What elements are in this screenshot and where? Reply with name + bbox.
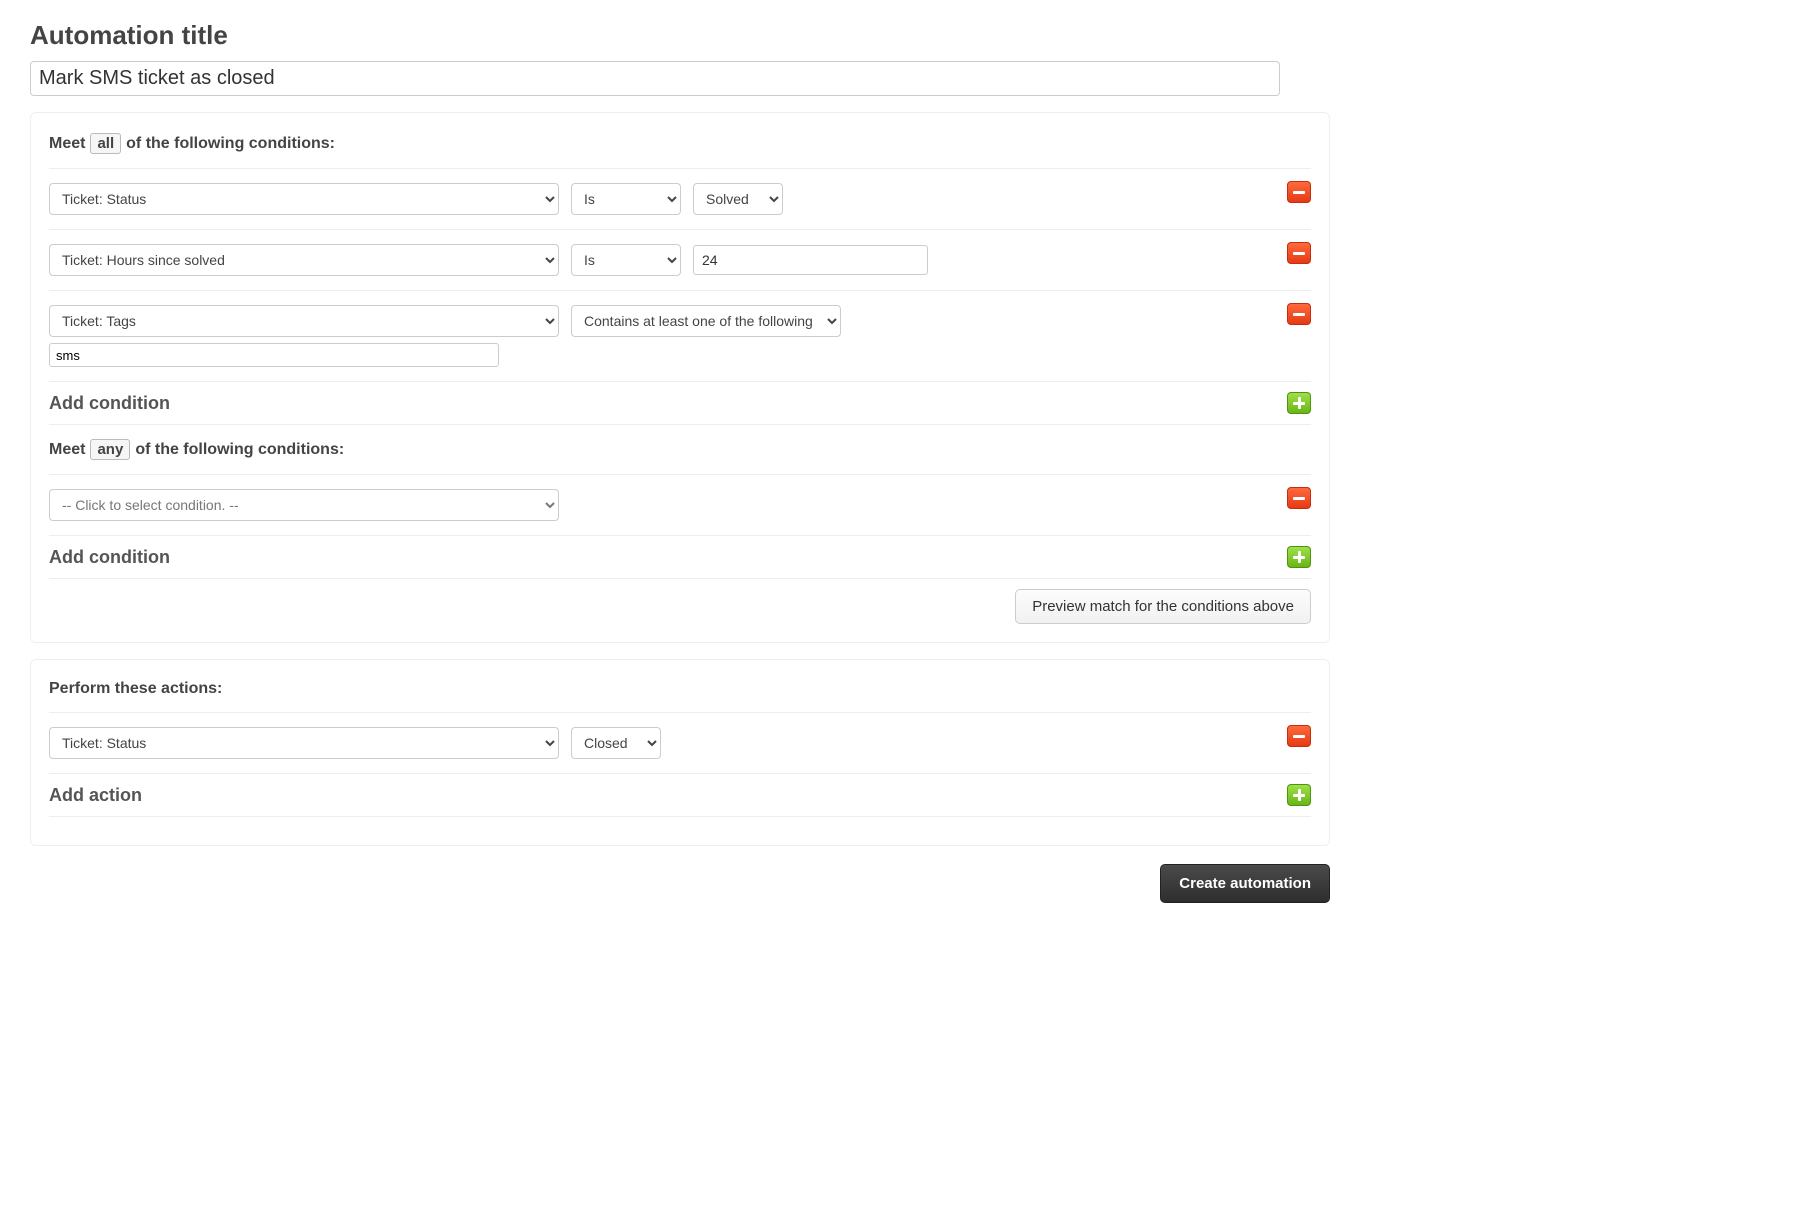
- heading-prefix: Meet: [49, 135, 85, 153]
- condition-row: Ticket: Tags Contains at least one of th…: [49, 290, 1311, 381]
- qualifier-any-badge: any: [90, 439, 130, 460]
- condition-field-select[interactable]: Ticket: Hours since solved: [49, 244, 559, 276]
- conditions-any-rows: -- Click to select condition. --: [49, 474, 1311, 535]
- condition-tags-input[interactable]: [49, 343, 499, 367]
- preview-match-button[interactable]: Preview match for the conditions above: [1015, 589, 1311, 624]
- condition-row: Ticket: Status Is Solved: [49, 168, 1311, 229]
- add-action-button[interactable]: [1287, 784, 1311, 806]
- condition-field-select[interactable]: -- Click to select condition. --: [49, 489, 559, 521]
- footer: Create automation: [30, 864, 1330, 903]
- remove-condition-button[interactable]: [1287, 487, 1311, 509]
- heading-suffix: of the following conditions:: [135, 441, 344, 459]
- remove-action-button[interactable]: [1287, 725, 1311, 747]
- add-condition-button[interactable]: [1287, 546, 1311, 568]
- condition-value-select[interactable]: Solved: [693, 183, 783, 215]
- actions-rows: Ticket: Status Closed: [49, 712, 1311, 773]
- add-condition-button[interactable]: [1287, 392, 1311, 414]
- condition-operator-select[interactable]: Contains at least one of the following: [571, 305, 841, 337]
- heading-suffix: of the following conditions:: [126, 135, 335, 153]
- remove-condition-button[interactable]: [1287, 181, 1311, 203]
- condition-field-select[interactable]: Ticket: Status: [49, 183, 559, 215]
- condition-field-select[interactable]: Ticket: Tags: [49, 305, 559, 337]
- create-automation-button[interactable]: Create automation: [1160, 864, 1330, 903]
- remove-condition-button[interactable]: [1287, 303, 1311, 325]
- remove-condition-button[interactable]: [1287, 242, 1311, 264]
- conditions-panel: Meet all of the following conditions: Ti…: [30, 112, 1330, 643]
- automation-title-input[interactable]: [30, 61, 1280, 96]
- actions-heading-text: Perform these actions:: [49, 680, 222, 698]
- conditions-any-heading: Meet any of the following conditions:: [49, 439, 1311, 460]
- actions-panel: Perform these actions: Ticket: Status Cl…: [30, 659, 1330, 846]
- add-condition-label: Add condition: [49, 393, 170, 414]
- condition-value-input[interactable]: [693, 245, 928, 275]
- add-condition-all-row: Add condition: [49, 381, 1311, 425]
- action-field-select[interactable]: Ticket: Status: [49, 727, 559, 759]
- add-condition-any-row: Add condition: [49, 535, 1311, 579]
- conditions-all-rows: Ticket: Status Is Solved Ticket: Hours s…: [49, 168, 1311, 381]
- heading-prefix: Meet: [49, 441, 85, 459]
- condition-operator-select[interactable]: Is: [571, 244, 681, 276]
- conditions-all-heading: Meet all of the following conditions:: [49, 133, 1311, 154]
- actions-heading: Perform these actions:: [49, 680, 1311, 698]
- condition-operator-select[interactable]: Is: [571, 183, 681, 215]
- add-action-row: Add action: [49, 773, 1311, 817]
- condition-row: -- Click to select condition. --: [49, 474, 1311, 535]
- add-action-label: Add action: [49, 785, 142, 806]
- condition-row: Ticket: Hours since solved Is: [49, 229, 1311, 290]
- action-value-select[interactable]: Closed: [571, 727, 661, 759]
- qualifier-all-badge: all: [90, 133, 121, 154]
- action-row: Ticket: Status Closed: [49, 712, 1311, 773]
- page-title: Automation title: [30, 20, 1782, 51]
- add-condition-label: Add condition: [49, 547, 170, 568]
